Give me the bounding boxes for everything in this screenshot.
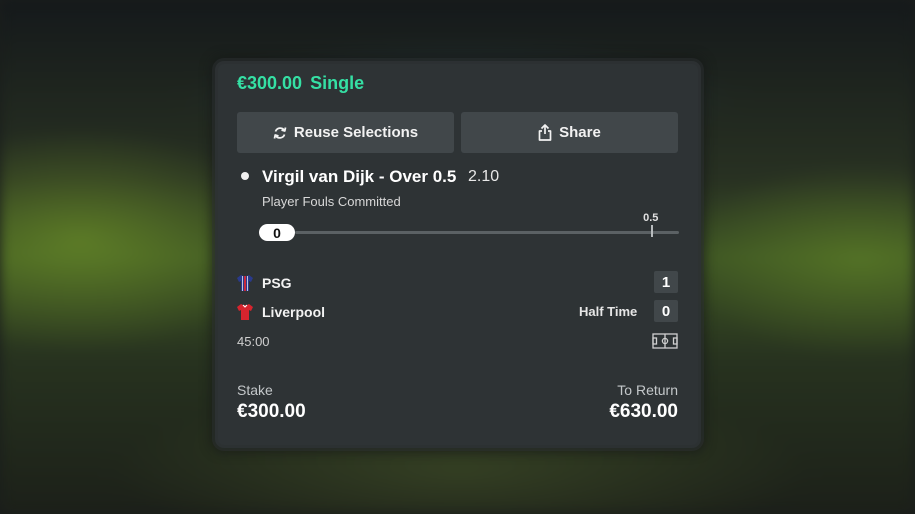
away-score: 0 (654, 300, 678, 322)
reuse-selections-label: Reuse Selections (293, 124, 419, 141)
match-clock: 45:00 (237, 334, 270, 349)
home-score: 1 (654, 271, 678, 293)
target-value: 0.5 (643, 212, 659, 224)
selection-market: Player Fouls Committed (262, 194, 401, 209)
stake-value: €300.00 (237, 401, 306, 422)
selection-odds: 2.10 (468, 168, 500, 185)
bet-type: Single (310, 73, 365, 93)
match-period: Half Time (579, 304, 638, 319)
share-label: Share (559, 124, 601, 141)
progress-track (295, 231, 679, 234)
share-button[interactable]: Share (461, 112, 678, 153)
share-icon (538, 124, 552, 141)
away-team-name: Liverpool (262, 304, 326, 320)
refresh-icon (273, 125, 287, 141)
target-marker (651, 225, 654, 237)
home-team-name: PSG (262, 275, 292, 291)
bet-receipt-card: €300.00 Single Reuse Selections Share Vir… (218, 64, 698, 445)
liverpool-shirt-icon (236, 303, 254, 321)
pitch-icon[interactable] (652, 333, 678, 354)
selection-title: Virgil van Dijk - Over 0.5 (262, 167, 457, 186)
psg-shirt-icon (236, 274, 254, 292)
to-return-value: €630.00 (609, 401, 678, 422)
reuse-selections-button[interactable]: Reuse Selections (237, 112, 454, 153)
selection-status-dot (241, 172, 249, 180)
stake-label: Stake (237, 382, 273, 398)
current-value-pill: 0 (259, 224, 295, 241)
bet-header: €300.00 Single (237, 73, 372, 94)
to-return-label: To Return (617, 382, 678, 398)
bet-stake-amount: €300.00 (237, 73, 303, 93)
